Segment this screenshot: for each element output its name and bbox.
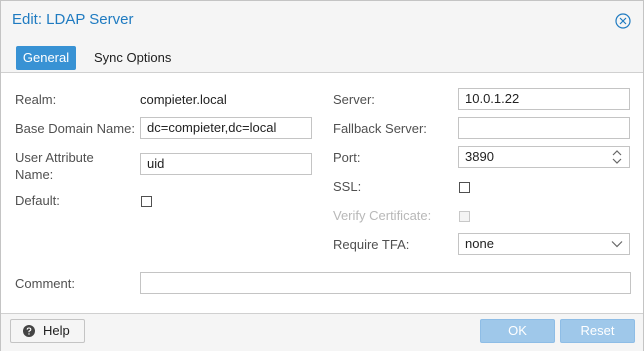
port-label: Port: [333,150,361,165]
port-field[interactable]: 3890 [458,146,630,168]
help-button-label: Help [43,323,70,338]
title-bar: Edit: LDAP Server [1,1,643,39]
comment-field[interactable] [140,272,631,294]
user-attribute-label-line2: Name: [15,167,54,182]
server-field[interactable]: 10.0.1.22 [458,88,630,110]
dialog-window: Edit: LDAP Server General Sync Options R… [0,0,644,351]
default-checkbox[interactable] [141,196,152,207]
port-value: 3890 [465,149,494,164]
tab-bar: General Sync Options [1,39,643,73]
chevron-down-icon[interactable] [611,240,623,248]
require-tfa-value: none [465,236,494,251]
dialog-footer: Help OK Reset [1,313,643,351]
verify-certificate-checkbox [459,211,470,222]
verify-certificate-label: Verify Certificate: [333,208,432,223]
user-attribute-label-line1: User Attribute [15,150,94,165]
help-button[interactable]: Help [10,319,85,343]
require-tfa-select[interactable]: none [458,233,630,255]
ok-button[interactable]: OK [480,319,555,343]
ssl-checkbox[interactable] [459,182,470,193]
base-domain-field[interactable]: dc=compieter,dc=local [140,117,312,139]
ssl-label: SSL: [333,179,362,194]
tab-general[interactable]: General [16,46,76,70]
reset-button[interactable]: Reset [560,319,635,343]
base-domain-label: Base Domain Name: [15,121,135,136]
realm-value: compieter.local [140,92,227,107]
tab-sync-options[interactable]: Sync Options [86,46,179,70]
realm-label: Realm: [15,92,57,107]
server-label: Server: [333,92,375,107]
fallback-server-label: Fallback Server: [333,121,427,136]
user-attribute-field[interactable]: uid [140,153,312,175]
spinner-icon[interactable] [611,150,623,164]
comment-label: Comment: [15,276,75,291]
help-icon [23,325,35,337]
require-tfa-label: Require TFA: [333,237,410,252]
default-label: Default: [15,193,60,208]
close-icon[interactable] [615,13,631,29]
dialog-title: Edit: LDAP Server [12,11,134,28]
fallback-server-field[interactable] [458,117,630,139]
